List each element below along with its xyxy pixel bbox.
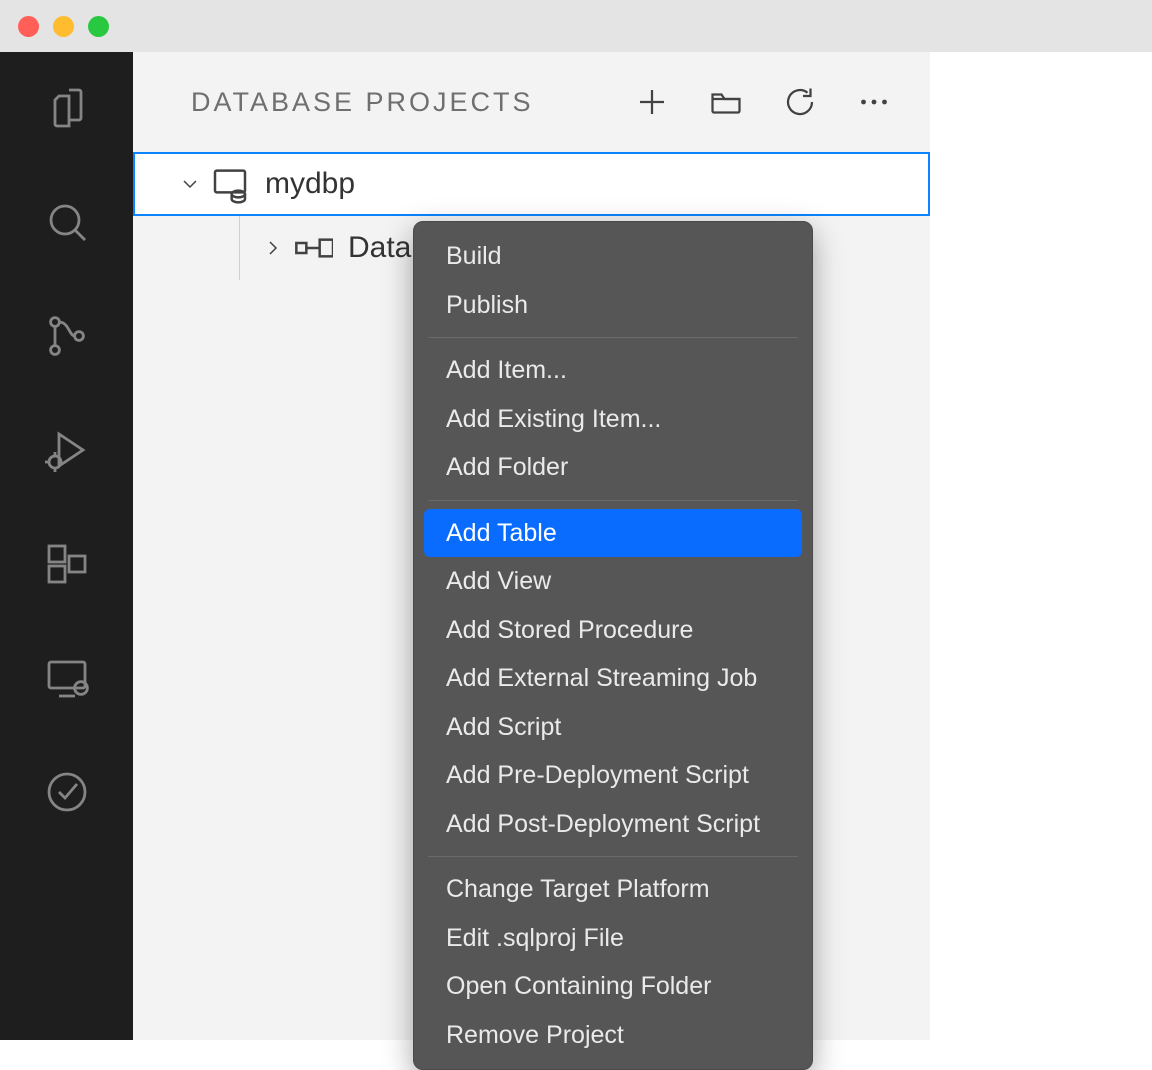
menu-item-remove-project[interactable]: Remove Project [424, 1011, 802, 1060]
new-project-icon[interactable] [632, 82, 672, 122]
menu-item-publish[interactable]: Publish [424, 281, 802, 330]
search-icon[interactable] [39, 194, 95, 250]
menu-item-add-stored-procedure[interactable]: Add Stored Procedure [424, 606, 802, 655]
menu-item-edit-sqlproj-file[interactable]: Edit .sqlproj File [424, 914, 802, 963]
remote-icon[interactable] [39, 650, 95, 706]
editor-area [930, 52, 1152, 1040]
window-minimize-button[interactable] [53, 16, 74, 37]
database-project-icon [207, 164, 253, 204]
more-actions-icon[interactable] [854, 82, 894, 122]
chevron-right-icon [256, 236, 290, 260]
open-project-icon[interactable] [706, 82, 746, 122]
window-titlebar [0, 0, 1152, 52]
menu-separator [428, 856, 798, 857]
window-maximize-button[interactable] [88, 16, 109, 37]
menu-separator [428, 337, 798, 338]
explorer-icon[interactable] [39, 80, 95, 136]
menu-item-add-folder[interactable]: Add Folder [424, 443, 802, 492]
menu-item-add-item[interactable]: Add Item... [424, 346, 802, 395]
panel-title: DATABASE PROJECTS [191, 87, 632, 118]
menu-item-add-table[interactable]: Add Table [424, 509, 802, 558]
refresh-icon[interactable] [780, 82, 820, 122]
extensions-icon[interactable] [39, 536, 95, 592]
menu-separator [428, 500, 798, 501]
menu-item-open-containing-folder[interactable]: Open Containing Folder [424, 962, 802, 1011]
source-control-icon[interactable] [39, 308, 95, 364]
menu-item-change-target-platform[interactable]: Change Target Platform [424, 865, 802, 914]
menu-item-add-post-deployment-script[interactable]: Add Post-Deployment Script [424, 800, 802, 849]
tree-root-item[interactable]: mydbp [133, 152, 930, 216]
activity-bar [0, 52, 133, 1040]
task-icon[interactable] [39, 764, 95, 820]
run-debug-icon[interactable] [39, 422, 95, 478]
chevron-down-icon [173, 172, 207, 196]
window-close-button[interactable] [18, 16, 39, 37]
menu-item-add-pre-deployment-script[interactable]: Add Pre-Deployment Script [424, 751, 802, 800]
menu-item-add-script[interactable]: Add Script [424, 703, 802, 752]
menu-item-add-external-streaming-job[interactable]: Add External Streaming Job [424, 654, 802, 703]
context-menu: Build Publish Add Item... Add Existing I… [413, 221, 813, 1070]
panel-header: DATABASE PROJECTS [133, 52, 930, 152]
menu-item-add-view[interactable]: Add View [424, 557, 802, 606]
menu-item-build[interactable]: Build [424, 232, 802, 281]
tree-root-label: mydbp [265, 167, 355, 201]
menu-item-add-existing-item[interactable]: Add Existing Item... [424, 395, 802, 444]
references-icon [290, 233, 336, 263]
